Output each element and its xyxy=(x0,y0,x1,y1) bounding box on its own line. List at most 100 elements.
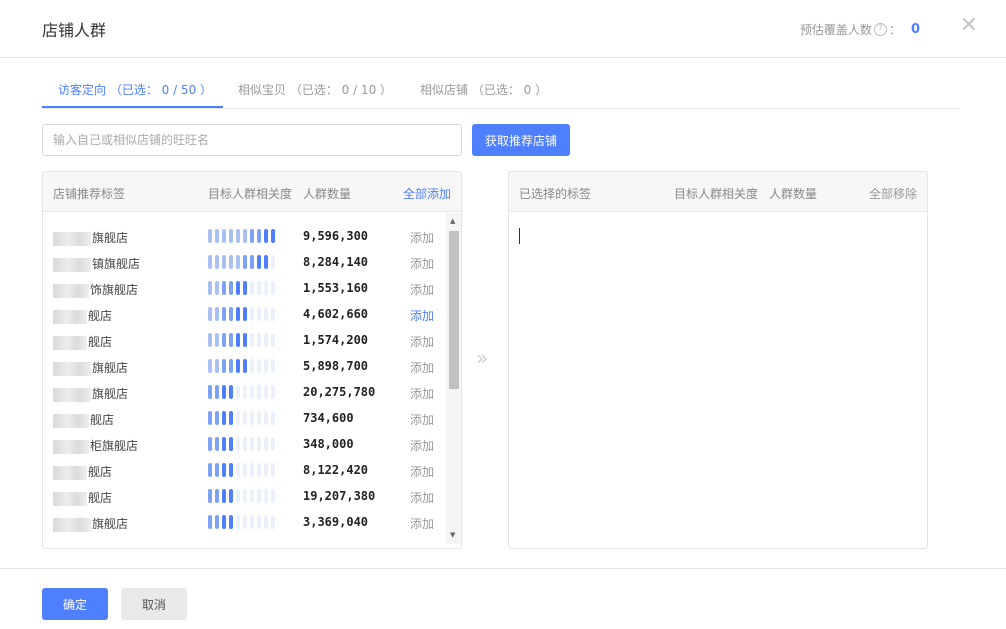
shop-name-suffix: 镇旗舰店 xyxy=(92,257,141,271)
relevance-segment xyxy=(271,437,275,451)
add-row-button[interactable]: 添加 xyxy=(410,359,434,376)
tab-similar-items[interactable]: 相似宝贝 （已选： 0 / 10 ） xyxy=(238,81,392,98)
shop-name-suffix: 旗舰店 xyxy=(92,231,129,245)
relevance-segment xyxy=(215,385,219,399)
remove-all-button[interactable]: 全部移除 xyxy=(869,185,917,202)
shop-search-input[interactable] xyxy=(42,124,462,156)
add-row-button[interactable]: 添加 xyxy=(410,385,434,402)
scroll-down-icon[interactable]: ▼ xyxy=(450,531,455,539)
relevance-segment xyxy=(264,281,268,295)
help-icon[interactable]: ? xyxy=(873,23,887,36)
relevance-segment xyxy=(243,385,247,399)
add-row-button[interactable]: 添加 xyxy=(410,437,434,454)
selected-tags-panel: 已选择的标签 目标人群相关度 人群数量 全部移除 xyxy=(508,171,928,549)
relevance-segment xyxy=(271,515,275,529)
shop-name-suffix: 旗舰店 xyxy=(92,517,129,531)
add-row-button[interactable]: 添加 xyxy=(410,255,434,272)
list-scrollbar[interactable]: ▲ ▼ xyxy=(446,213,461,544)
relevance-segment xyxy=(215,229,219,243)
relevance-segment xyxy=(236,333,240,347)
relevance-meter xyxy=(208,307,275,321)
estimate-label: 预估覆盖人数 xyxy=(799,23,872,37)
redacted-name-blur xyxy=(53,387,91,402)
add-row-button[interactable]: 添加 xyxy=(410,411,434,428)
relevance-segment xyxy=(250,307,254,321)
relevance-segment xyxy=(236,463,240,477)
relevance-segment xyxy=(229,333,233,347)
add-row-button[interactable]: 添加 xyxy=(410,307,434,324)
recommended-tags-header: 店铺推荐标签 目标人群相关度 人群数量 全部添加 xyxy=(43,172,461,212)
relevance-segment xyxy=(229,463,233,477)
table-row: 旗舰店 20,275,780 添加 xyxy=(43,380,445,406)
relevance-meter xyxy=(208,255,275,269)
relevance-segment xyxy=(208,281,212,295)
close-icon[interactable]: ✕ xyxy=(960,15,978,37)
tab-visitor-targeting[interactable]: 访客定向 （已选： 0 / 50 ） xyxy=(58,81,212,98)
relevance-segment xyxy=(208,255,212,269)
relevance-segment xyxy=(236,437,240,451)
add-all-button[interactable]: 全部添加 xyxy=(403,185,451,202)
relevance-segment xyxy=(208,333,212,347)
relevance-segment xyxy=(236,307,240,321)
col-selected-tag: 已选择的标签 xyxy=(519,187,592,201)
fetch-recommended-shops-button[interactable]: 获取推荐店铺 xyxy=(472,124,570,156)
audience-count: 8,284,140 xyxy=(303,255,369,269)
relevance-segment xyxy=(229,281,233,295)
add-row-button[interactable]: 添加 xyxy=(410,281,434,298)
relevance-segment xyxy=(250,489,254,503)
add-row-button[interactable]: 添加 xyxy=(410,515,434,532)
relevance-segment xyxy=(243,307,247,321)
relevance-segment xyxy=(264,333,268,347)
relevance-segment xyxy=(236,411,240,425)
relevance-segment xyxy=(215,281,219,295)
add-row-button[interactable]: 添加 xyxy=(410,333,434,350)
relevance-segment xyxy=(215,255,219,269)
relevance-segment xyxy=(271,411,275,425)
col-selected-relevance: 目标人群相关度 xyxy=(674,187,759,201)
recommended-tags-list: 旗舰店 9,596,300 添加 镇旗舰店 8,284,140 添加 饰旗舰店 1,553,1… xyxy=(43,213,445,548)
relevance-meter xyxy=(208,489,275,503)
relevance-segment xyxy=(222,437,226,451)
relevance-segment xyxy=(229,229,233,243)
relevance-segment xyxy=(257,515,261,529)
estimate-colon: ： xyxy=(888,23,901,37)
scroll-up-icon[interactable]: ▲ xyxy=(450,217,455,225)
relevance-segment xyxy=(236,385,240,399)
relevance-segment xyxy=(264,255,268,269)
relevance-segment xyxy=(222,255,226,269)
add-row-button[interactable]: 添加 xyxy=(410,229,434,246)
audience-count: 3,369,040 xyxy=(303,515,369,529)
add-row-button[interactable]: 添加 xyxy=(410,489,434,506)
relevance-segment xyxy=(229,411,233,425)
relevance-segment xyxy=(243,489,247,503)
relevance-segment xyxy=(215,437,219,451)
tab-similar-shops[interactable]: 相似店铺 （已选： 0 ） xyxy=(420,81,547,98)
relevance-segment xyxy=(250,333,254,347)
active-tab-indicator xyxy=(42,106,223,108)
shop-name-suffix: 舰店 xyxy=(88,491,113,505)
relevance-segment xyxy=(222,489,226,503)
relevance-segment xyxy=(257,411,261,425)
shop-name: 旗舰店 xyxy=(53,229,128,246)
relevance-segment xyxy=(236,515,240,529)
relevance-segment xyxy=(271,255,275,269)
table-row: 柜旗舰店 348,000 添加 xyxy=(43,432,445,458)
add-row-button[interactable]: 添加 xyxy=(410,463,434,480)
redacted-name-blur xyxy=(53,283,89,298)
scroll-thumb[interactable] xyxy=(449,231,459,389)
relevance-segment xyxy=(257,255,261,269)
table-row: 舰店 4,602,660 添加 xyxy=(43,302,445,328)
selected-tags-header: 已选择的标签 目标人群相关度 人群数量 全部移除 xyxy=(509,172,927,212)
relevance-segment xyxy=(243,333,247,347)
relevance-segment xyxy=(243,515,247,529)
relevance-segment xyxy=(257,437,261,451)
relevance-segment xyxy=(222,333,226,347)
relevance-segment xyxy=(208,411,212,425)
relevance-segment xyxy=(208,307,212,321)
col-relevance: 目标人群相关度 xyxy=(208,187,293,201)
cancel-button[interactable]: 取消 xyxy=(121,588,187,620)
relevance-segment xyxy=(208,437,212,451)
shop-name-suffix: 旗舰店 xyxy=(92,387,129,401)
confirm-button[interactable]: 确定 xyxy=(42,588,108,620)
dialog-footer: 确定 取消 xyxy=(0,568,1006,629)
